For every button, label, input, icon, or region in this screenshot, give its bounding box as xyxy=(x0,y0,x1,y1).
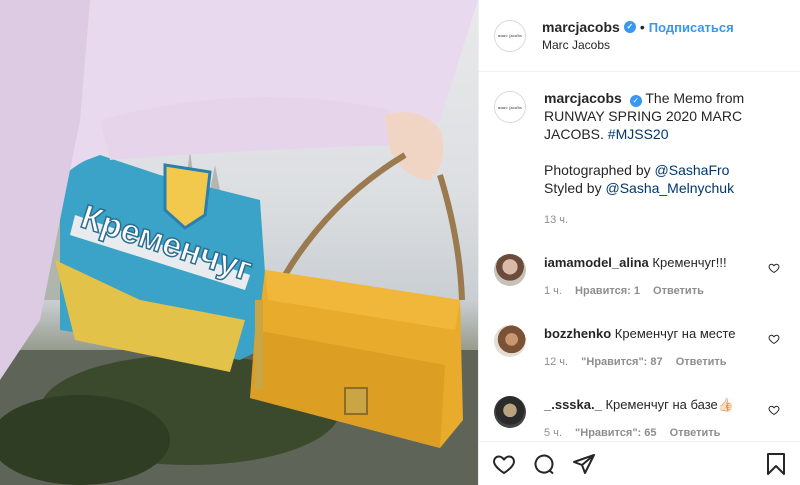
comment-meta: 5 ч. "Нравится": 65 Ответить xyxy=(544,424,764,441)
comment-meta: 12 ч. "Нравится": 87 Ответить xyxy=(544,353,764,371)
comment-likes[interactable]: Нравится: 1 xyxy=(575,285,640,297)
comment-button[interactable] xyxy=(531,451,557,477)
photographer-link[interactable]: @SashaFro xyxy=(655,162,730,178)
reply-button[interactable]: Ответить xyxy=(670,427,721,439)
bookmark-icon xyxy=(767,452,785,475)
separator: • xyxy=(639,19,645,35)
action-bar xyxy=(479,441,800,485)
comment-username[interactable]: iamamodel_alina xyxy=(544,255,649,270)
photographed-label: Photographed by xyxy=(544,162,651,178)
post-photo[interactable]: Кременчуг xyxy=(0,0,478,485)
comment-text: Кременчуг на месте xyxy=(614,326,736,341)
save-button[interactable] xyxy=(763,451,789,477)
post-panel: marc jacobs marcjacobs ✓ • Подписаться M… xyxy=(478,0,800,485)
post-header: marc jacobs marcjacobs ✓ • Подписаться M… xyxy=(479,0,800,72)
verified-icon: ✓ xyxy=(623,21,636,33)
avatar[interactable] xyxy=(494,396,526,428)
comment-time[interactable]: 5 ч. xyxy=(544,427,562,439)
comment-body: _.ssska._ Кременчуг на базе👍🏻 5 ч. "Нрав… xyxy=(544,396,764,441)
comment-body: iamamodel_alina Кременчуг!!! 1 ч. Нравит… xyxy=(544,254,764,300)
avatar[interactable] xyxy=(494,325,526,357)
comment-item: iamamodel_alina Кременчуг!!! 1 ч. Нравит… xyxy=(494,254,785,300)
comment-item: _.ssska._ Кременчуг на базе👍🏻 5 ч. "Нрав… xyxy=(494,396,785,441)
avatar-logo: marc jacobs xyxy=(498,33,522,38)
comment-meta: 1 ч. Нравится: 1 Ответить xyxy=(544,282,764,300)
avatar[interactable] xyxy=(494,254,526,286)
header-subtitle: Marc Jacobs xyxy=(542,38,611,52)
header-line: marcjacobs ✓ • Подписаться xyxy=(542,19,734,35)
styled-label: Styled by xyxy=(544,180,602,196)
caption-body: marcjacobs ✓ The Memo from RUNWAY SPRING… xyxy=(544,89,785,229)
comment-likes[interactable]: "Нравится": 65 xyxy=(575,427,656,439)
photo-illustration: Кременчуг xyxy=(0,0,478,485)
credits: Photographed by @SashaFro Styled by @Sas… xyxy=(544,161,785,197)
comment-icon xyxy=(534,454,554,474)
reply-button[interactable]: Ответить xyxy=(676,356,727,368)
comments-list[interactable]: marc jacobs marcjacobs ✓ The Memo from R… xyxy=(479,73,800,441)
comment-text: Кременчуг!!! xyxy=(652,255,727,270)
comment-body: bozzhenko Кременчуг на месте 12 ч. "Нрав… xyxy=(544,325,764,371)
verified-icon: ✓ xyxy=(629,95,642,107)
like-button[interactable] xyxy=(491,451,517,477)
reply-button[interactable]: Ответить xyxy=(653,285,704,297)
heart-icon[interactable] xyxy=(768,404,780,416)
comment-time[interactable]: 1 ч. xyxy=(544,285,562,297)
header-info: marcjacobs ✓ • Подписаться Marc Jacobs xyxy=(542,19,734,52)
caption-avatar[interactable]: marc jacobs xyxy=(494,91,526,123)
header-username[interactable]: marcjacobs xyxy=(542,19,620,35)
avatar-logo: marc jacobs xyxy=(498,104,522,110)
hashtag-link[interactable]: #MJSS20 xyxy=(608,126,669,142)
heart-icon xyxy=(493,454,515,474)
comment-username[interactable]: bozzhenko xyxy=(544,326,611,341)
follow-button[interactable]: Подписаться xyxy=(649,20,734,35)
caption: marc jacobs marcjacobs ✓ The Memo from R… xyxy=(494,89,785,229)
heart-icon[interactable] xyxy=(768,333,780,345)
avatar[interactable]: marc jacobs xyxy=(494,19,526,52)
comment-item: bozzhenko Кременчуг на месте 12 ч. "Нрав… xyxy=(494,325,785,371)
comment-text: Кременчуг на базе👍🏻 xyxy=(605,397,734,412)
stylist-link[interactable]: @Sasha_Melnychuk xyxy=(605,180,734,196)
post-time[interactable]: 13 ч. xyxy=(544,211,785,229)
comment-username[interactable]: _.ssska._ xyxy=(544,397,602,412)
caption-text: marcjacobs ✓ The Memo from RUNWAY SPRING… xyxy=(544,89,785,143)
share-button[interactable] xyxy=(571,451,597,477)
comment-likes[interactable]: "Нравится": 87 xyxy=(581,356,662,368)
share-icon xyxy=(573,453,595,474)
heart-icon[interactable] xyxy=(768,262,780,274)
caption-username[interactable]: marcjacobs xyxy=(544,90,622,106)
comment-time[interactable]: 12 ч. xyxy=(544,356,568,368)
